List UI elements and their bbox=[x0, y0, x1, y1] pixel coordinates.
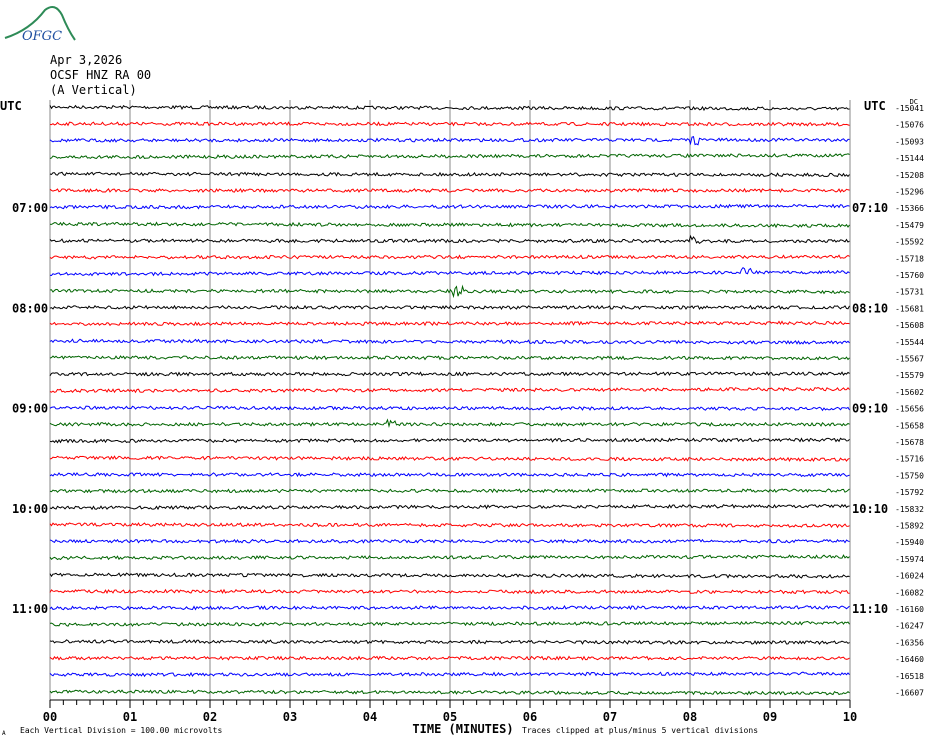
dc-offset-label: -16356 bbox=[895, 638, 924, 647]
x-tick-label: 06 bbox=[523, 710, 537, 724]
dc-offset-label: -15579 bbox=[895, 371, 924, 380]
dc-offset-label: -16518 bbox=[895, 672, 924, 681]
right-time-label: 08:10 bbox=[852, 301, 888, 315]
dc-offset-label: -15608 bbox=[895, 321, 924, 330]
dc-offset-label: -16460 bbox=[895, 655, 924, 664]
x-tick-label: 01 bbox=[123, 710, 137, 724]
x-tick-label: 03 bbox=[283, 710, 297, 724]
dc-offset-label: -15760 bbox=[895, 271, 924, 280]
x-tick-label: 04 bbox=[363, 710, 377, 724]
dc-offset-label: -15144 bbox=[895, 154, 924, 163]
dc-offset-label: -16082 bbox=[895, 588, 924, 597]
dc-offset-label: -15832 bbox=[895, 505, 924, 514]
left-time-label: 11:00 bbox=[12, 602, 48, 616]
right-time-label: 11:10 bbox=[852, 602, 888, 616]
dc-offset-label: -15974 bbox=[895, 555, 924, 564]
dc-offset-label: -15718 bbox=[895, 254, 924, 263]
dc-offset-label: -16607 bbox=[895, 689, 924, 698]
right-time-label: 09:10 bbox=[852, 402, 888, 416]
dc-offset-label: -16160 bbox=[895, 605, 924, 614]
dc-offset-label: -15681 bbox=[895, 304, 924, 313]
corner-mark: A bbox=[2, 730, 6, 737]
dc-offset-label: -15602 bbox=[895, 388, 924, 397]
dc-offset-label: -15544 bbox=[895, 338, 924, 347]
helicorder-plot: -15041-15076-15093-15144-15208-15296-153… bbox=[0, 98, 924, 737]
left-time-label: 08:00 bbox=[12, 301, 48, 315]
dc-offset-label: -15656 bbox=[895, 405, 924, 414]
dc-offset-label: -15296 bbox=[895, 188, 924, 197]
dc-offset-label: -16024 bbox=[895, 572, 924, 581]
dc-offset-label: -15208 bbox=[895, 171, 924, 180]
left-axis-title: UTC bbox=[0, 99, 22, 113]
dc-offset-label: -15479 bbox=[895, 221, 924, 230]
dc-offset-label: -15678 bbox=[895, 438, 924, 447]
dc-offset-label: -15366 bbox=[895, 204, 924, 213]
left-time-label: 10:00 bbox=[12, 502, 48, 516]
dc-offset-label: -15658 bbox=[895, 421, 924, 430]
x-tick-label: 10 bbox=[843, 710, 857, 724]
dc-offset-label: -15567 bbox=[895, 355, 924, 364]
dc-offset-label: -15716 bbox=[895, 455, 924, 464]
scale-note: Each Vertical Division = 100.00 microvol… bbox=[20, 726, 222, 735]
dc-offset-label: -16247 bbox=[895, 622, 924, 631]
dc-offset-label: -15592 bbox=[895, 238, 924, 247]
left-time-label: 07:00 bbox=[12, 201, 48, 215]
left-time-label: 09:00 bbox=[12, 402, 48, 416]
right-time-label: 10:10 bbox=[852, 502, 888, 516]
dc-offset-label: -15892 bbox=[895, 522, 924, 531]
x-axis-label: TIME (MINUTES) bbox=[412, 722, 513, 736]
dc-offset-label: -15093 bbox=[895, 137, 924, 146]
right-time-label: 07:10 bbox=[852, 201, 888, 215]
dc-label: DC bbox=[910, 98, 918, 106]
x-tick-label: 08 bbox=[683, 710, 697, 724]
dc-offset-label: -15940 bbox=[895, 538, 924, 547]
right-axis-title: UTC bbox=[864, 99, 886, 113]
x-tick-label: 02 bbox=[203, 710, 217, 724]
dc-offset-label: -15076 bbox=[895, 121, 924, 130]
x-tick-label: 00 bbox=[43, 710, 57, 724]
clip-note: Traces clipped at plus/minus 5 vertical … bbox=[522, 726, 758, 735]
x-tick-label: 07 bbox=[603, 710, 617, 724]
dc-offset-label: -15731 bbox=[895, 288, 924, 297]
dc-offset-label: -15750 bbox=[895, 471, 924, 480]
x-tick-label: 09 bbox=[763, 710, 777, 724]
dc-offset-label: -15792 bbox=[895, 488, 924, 497]
